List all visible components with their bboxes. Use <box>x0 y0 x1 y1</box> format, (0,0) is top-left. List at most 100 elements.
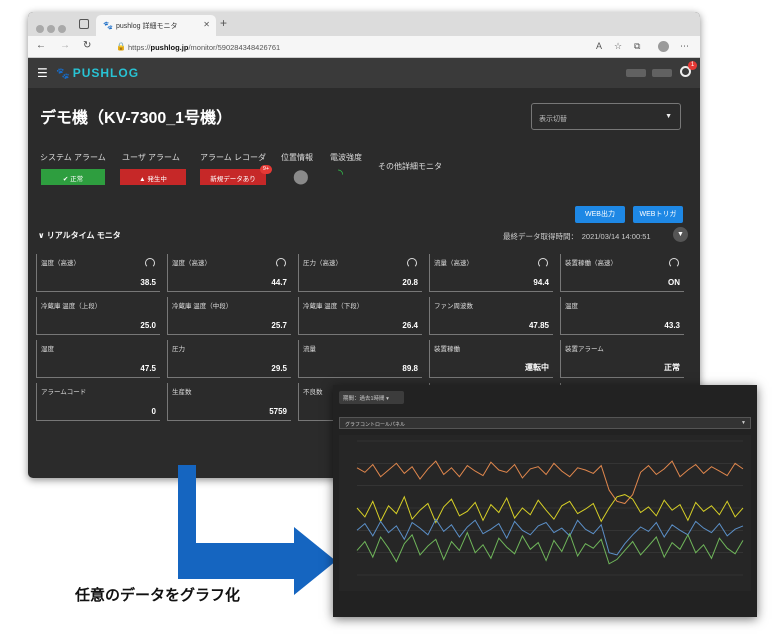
browser-tab[interactable]: 🐾 pushlog 詳細モニタ ✕ <box>96 15 216 36</box>
back-icon[interactable]: ← <box>36 40 46 51</box>
monitor-tile[interactable]: 冷蔵庫 温度（中段） 25.7 <box>167 297 291 335</box>
chart-background <box>339 435 751 591</box>
more-icon[interactable]: ⋯ <box>680 41 689 52</box>
gauge-icon[interactable] <box>276 258 286 268</box>
monitor-tile[interactable]: 圧力（高速） 20.8 <box>298 254 422 292</box>
read-aloud-icon[interactable]: A <box>596 41 602 51</box>
web-output-button[interactable]: WEB出力 <box>575 206 625 223</box>
tile-value: 25.7 <box>271 321 287 330</box>
tile-label: 圧力（高速） <box>303 260 342 267</box>
alarm-recorder-value: 新規データあり <box>210 176 256 183</box>
tile-label: 流量（高速） <box>434 260 473 267</box>
tile-label: 装置アラーム <box>565 346 604 353</box>
monitor-tile[interactable]: 湿度 47.5 <box>36 340 160 378</box>
user-alarm-badge[interactable]: ▲ 発生中 <box>120 169 186 185</box>
system-alarm-badge[interactable]: ✔ 正常 <box>41 169 105 185</box>
monitor-tile[interactable]: 装置アラーム正常 <box>560 340 684 378</box>
gauge-icon[interactable] <box>669 258 679 268</box>
reload-icon[interactable]: ↻ <box>83 40 91 51</box>
graph-control-panel[interactable]: グラフコントロールパネル ▼ <box>339 417 751 429</box>
period-select[interactable]: 期間：過去1時間 ▾ <box>339 391 404 404</box>
tile-label: 装置稼働 <box>434 346 460 353</box>
tile-value: 25.0 <box>140 321 156 330</box>
blurred-user-name <box>626 69 646 77</box>
url-field[interactable]: 🔒 https://pushlog.jp/monitor/59028434842… <box>112 39 592 54</box>
tile-label: 生産数 <box>172 389 192 396</box>
gauge-icon[interactable] <box>145 258 155 268</box>
display-switch-select[interactable]: 表示切替 ▼ <box>531 103 681 130</box>
other-monitor-link[interactable]: その他詳細モニタ <box>378 161 442 172</box>
stage: 🐾 pushlog 詳細モニタ ✕ + ← → ↻ 🔒 https://push… <box>0 0 783 634</box>
tile-value: 正常 <box>664 363 680 372</box>
signal-label: 電波強度 <box>330 153 362 162</box>
tile-label: 湿度 <box>41 346 54 353</box>
monitor-tile[interactable]: アラームコード 0 <box>36 383 160 421</box>
alarm-recorder-badge[interactable]: 新規データあり <box>200 169 266 185</box>
monitor-tile[interactable]: 装置稼働（高速） ON <box>560 254 684 292</box>
monitor-tile[interactable]: ファン周波数 47.85 <box>429 297 553 335</box>
monitor-tile[interactable]: 冷蔵庫 温度（上段） 25.0 <box>36 297 160 335</box>
chevron-down-icon: ∨ <box>38 231 47 240</box>
user-alarm-label: ユーザ アラーム <box>122 153 180 162</box>
tile-label: 圧力 <box>172 346 185 353</box>
monitor-tile[interactable]: 温度 43.3 <box>560 297 684 335</box>
tile-value: 運転中 <box>525 363 549 372</box>
new-tab-icon[interactable]: + <box>220 16 227 30</box>
signal-icon[interactable]: ◝ <box>338 166 343 182</box>
favorite-icon[interactable]: ☆ <box>614 41 622 52</box>
tile-value: 47.5 <box>140 364 156 373</box>
tile-value: ON <box>668 278 680 287</box>
tile-value: 20.8 <box>402 278 418 287</box>
location-label: 位置情報 <box>281 153 313 162</box>
realtime-monitor-title[interactable]: ∨ リアルタイム モニタ <box>38 230 121 241</box>
filter-icon[interactable]: ▼ <box>673 227 688 242</box>
graph-window: 期間：過去1時間 ▾ グラフコントロールパネル ▼ <box>333 385 757 617</box>
collections-icon[interactable]: ⧉ <box>634 41 640 52</box>
app-header: ☰ 🐾 PUSHLOG 1 <box>28 58 700 88</box>
tile-label: 冷蔵庫 温度（下段） <box>303 303 364 310</box>
monitor-tile[interactable]: 生産数 5759 <box>167 383 291 421</box>
device-title: デモ機（KV-7300_1号機） <box>40 110 233 127</box>
gauge-icon[interactable] <box>407 258 417 268</box>
tile-value: 5759 <box>269 407 287 416</box>
blurred-company-name <box>652 69 672 77</box>
tile-value: 0 <box>151 407 156 416</box>
period-label: 期間：過去1時間 <box>343 396 385 402</box>
tile-label: 不良数 <box>303 389 323 396</box>
monitor-tile[interactable]: 圧力 29.5 <box>167 340 291 378</box>
monitor-tile[interactable]: 流量 89.8 <box>298 340 422 378</box>
web-trigger-button[interactable]: WEBトリガ <box>633 206 683 223</box>
gauge-icon[interactable] <box>538 258 548 268</box>
monitor-tile[interactable]: 冷蔵庫 温度（下段） 26.4 <box>298 297 422 335</box>
tile-value: 44.7 <box>271 278 287 287</box>
close-icon[interactable]: ✕ <box>203 20 210 29</box>
browser-tab-bar: 🐾 pushlog 詳細モニタ ✕ + <box>28 12 700 36</box>
forward-icon[interactable]: → <box>60 40 70 51</box>
tile-label: 冷蔵庫 温度（上段） <box>41 303 102 310</box>
monitor-tile[interactable]: 温度（高速） 38.5 <box>36 254 160 292</box>
tile-label: 流量 <box>303 346 316 353</box>
location-pin-icon[interactable]: ⬤ <box>293 168 309 185</box>
pushlog-favicon-icon: 🐾 <box>103 21 113 30</box>
monitor-tile[interactable]: 湿度（高速） 44.7 <box>167 254 291 292</box>
tile-value: 94.4 <box>533 278 549 287</box>
monitor-tile[interactable]: 装置稼働運転中 <box>429 340 553 378</box>
alarm-recorder-label: アラーム レコーダ <box>200 153 266 162</box>
caption: 任意のデータをグラフ化 <box>75 587 241 604</box>
graph-control-panel-label: グラフコントロールパネル <box>345 422 406 428</box>
tile-label: 装置稼働（高速） <box>565 260 617 267</box>
system-alarm-value: 正常 <box>70 176 84 183</box>
tab-actions-icon[interactable] <box>79 19 89 29</box>
profile-avatar[interactable] <box>658 41 669 52</box>
url-path: /monitor/590284348426761 <box>188 43 281 52</box>
monitor-tile[interactable]: 流量（高速） 94.4 <box>429 254 553 292</box>
url-domain: pushlog.jp <box>150 43 189 52</box>
user-alarm-value: 発生中 <box>147 176 167 183</box>
logo[interactable]: 🐾 PUSHLOG <box>56 66 139 80</box>
tile-value: 38.5 <box>140 278 156 287</box>
tile-value: 47.85 <box>528 321 549 330</box>
last-fetch-time: 最終データ取得時間： 2021/03/14 14:00:51 <box>503 232 651 241</box>
logo-text: PUSHLOG <box>72 66 140 80</box>
alarm-count-badge: 9+ <box>260 165 272 174</box>
menu-icon[interactable]: ☰ <box>37 66 48 80</box>
